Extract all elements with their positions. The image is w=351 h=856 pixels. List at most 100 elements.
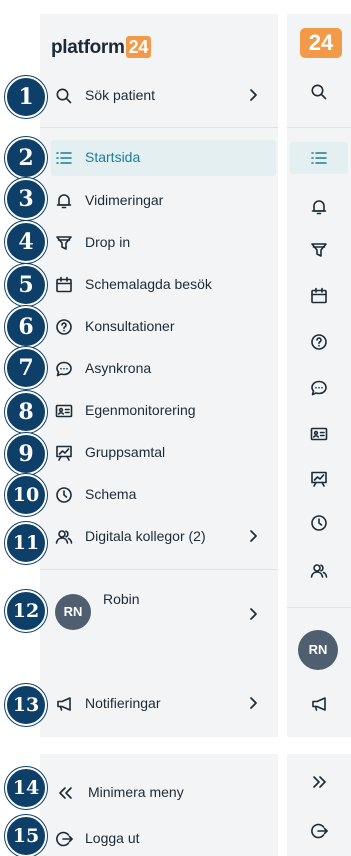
annotation-badge: 2	[5, 137, 47, 179]
divider	[40, 127, 278, 128]
collapsed-nav-drop-in[interactable]	[300, 234, 340, 266]
logout-label: Logga ut	[85, 830, 140, 846]
question-icon	[54, 317, 74, 337]
question-icon	[309, 332, 329, 352]
collapsed-nav-vidimeringar[interactable]	[300, 191, 340, 223]
minimize-menu-button[interactable]: Minimera meny	[40, 775, 278, 811]
nav-item-drop-in[interactable]: Drop in	[40, 225, 278, 261]
search-patient-label: Sök patient	[85, 87, 156, 103]
nav-item-schema[interactable]: Schema	[40, 477, 278, 513]
nav-label: Startsida	[85, 149, 141, 165]
people-icon	[54, 527, 74, 547]
nav-item-vidimeringar[interactable]: Vidimeringar	[40, 183, 278, 219]
divider	[287, 127, 351, 128]
annotation-badge: 1	[5, 76, 47, 118]
notifications-button[interactable]: Notifieringar	[40, 686, 278, 722]
id-card-icon	[309, 424, 329, 444]
calendar-icon	[309, 286, 329, 306]
nav-item-schemalagda-besok[interactable]: Schemalagda besök	[40, 267, 278, 303]
nav-label: Schema	[85, 486, 137, 502]
nav-item-gruppsamtal[interactable]: Gruppsamtal	[40, 435, 278, 471]
collapsed-nav-egenmonitorering[interactable]	[300, 418, 340, 450]
double-chevron-left-icon	[56, 783, 76, 803]
collapsed-nav-gruppsamtal[interactable]	[300, 463, 340, 495]
chat-icon	[54, 359, 74, 379]
nav-item-digitala-kollegor[interactable]: Digitala kollegor (2)	[40, 519, 278, 555]
notifications-label: Notifieringar	[85, 695, 161, 711]
collapsed-notifications-button[interactable]	[300, 688, 340, 720]
chevron-right-icon	[246, 528, 260, 544]
nav-label: Drop in	[85, 234, 131, 250]
search-patient-button[interactable]: Sök patient	[40, 78, 278, 114]
collapsed-nav-konsultationer[interactable]	[300, 326, 340, 358]
annotation-badge: 8	[5, 391, 47, 433]
divider	[287, 607, 351, 608]
megaphone-icon	[54, 694, 74, 714]
people-icon	[309, 561, 329, 581]
collapsed-search-button[interactable]	[300, 76, 340, 108]
logo-text: platform	[51, 37, 125, 58]
nav-item-asynkrona[interactable]: Asynkrona	[40, 351, 278, 387]
nav-label: Konsultationer	[85, 318, 175, 334]
annotation-badge: 3	[5, 178, 47, 220]
chevron-right-icon	[246, 606, 260, 627]
annotation-badge: 6	[5, 306, 47, 348]
chat-icon	[309, 378, 329, 398]
collapsed-logout-button[interactable]	[300, 815, 340, 847]
clock-icon	[309, 513, 329, 533]
logout-button[interactable]: Logga ut	[40, 821, 278, 856]
annotation-badge: 11	[5, 522, 47, 564]
presentation-icon	[54, 443, 74, 463]
collapsed-logo-badge[interactable]: 24	[300, 28, 342, 58]
annotation-badge: 5	[5, 264, 47, 306]
nav-label: Vidimeringar	[85, 192, 164, 208]
nav-item-startsida[interactable]: Startsida	[51, 140, 276, 176]
annotation-badge: 14	[5, 767, 47, 809]
list-icon	[54, 148, 74, 168]
nav-item-egenmonitorering[interactable]: Egenmonitorering	[40, 393, 278, 429]
annotation-badge: 9	[5, 433, 47, 475]
megaphone-icon	[309, 694, 329, 714]
chevron-right-icon	[246, 87, 260, 103]
logo-badge: 24	[125, 36, 152, 58]
logout-icon	[309, 821, 329, 841]
id-card-icon	[54, 401, 74, 421]
annotation-badge: 13	[5, 684, 47, 726]
collapsed-nav-asynkrona[interactable]	[300, 372, 340, 404]
nav-label: Schemalagda besök	[85, 276, 212, 292]
double-chevron-right-icon	[309, 772, 329, 792]
nav-label: Gruppsamtal	[85, 444, 166, 460]
annotation-badge: 10	[5, 474, 47, 516]
funnel-icon	[309, 240, 329, 260]
nav-item-konsultationer[interactable]: Konsultationer	[40, 309, 278, 345]
list-icon	[309, 148, 329, 168]
search-icon	[54, 86, 74, 106]
divider	[40, 569, 278, 570]
search-icon	[309, 82, 329, 102]
collapsed-expand-menu-button[interactable]	[300, 766, 340, 798]
bell-icon	[54, 191, 74, 211]
user-name: Robin	[103, 591, 140, 607]
annotation-badge: 7	[5, 347, 47, 389]
nav-label: Egenmonitorering	[85, 402, 196, 418]
logout-icon	[54, 829, 74, 849]
avatar: RN	[55, 594, 91, 630]
collapsed-nav-digitala-kollegor[interactable]	[300, 555, 340, 587]
annotation-badge: 15	[5, 815, 47, 856]
chevron-right-icon	[246, 695, 260, 711]
clock-icon	[54, 485, 74, 505]
nav-label: Asynkrona	[85, 360, 152, 376]
collapsed-nav-schemalagda-besok[interactable]	[300, 280, 340, 312]
user-menu-button[interactable]: RN	[40, 580, 278, 650]
annotation-badge: 4	[5, 221, 47, 263]
funnel-icon	[54, 233, 74, 253]
collapsed-nav-schema[interactable]	[300, 507, 340, 539]
annotation-badge: 12	[5, 590, 47, 632]
collapsed-nav-startsida[interactable]	[290, 142, 348, 174]
collapsed-avatar[interactable]: RN	[298, 630, 338, 670]
platform24-logo[interactable]: platform 24	[51, 36, 152, 59]
presentation-icon	[309, 469, 329, 489]
bell-icon	[309, 197, 329, 217]
minimize-menu-label: Minimera meny	[88, 784, 184, 800]
nav-label: Digitala kollegor (2)	[85, 528, 206, 544]
